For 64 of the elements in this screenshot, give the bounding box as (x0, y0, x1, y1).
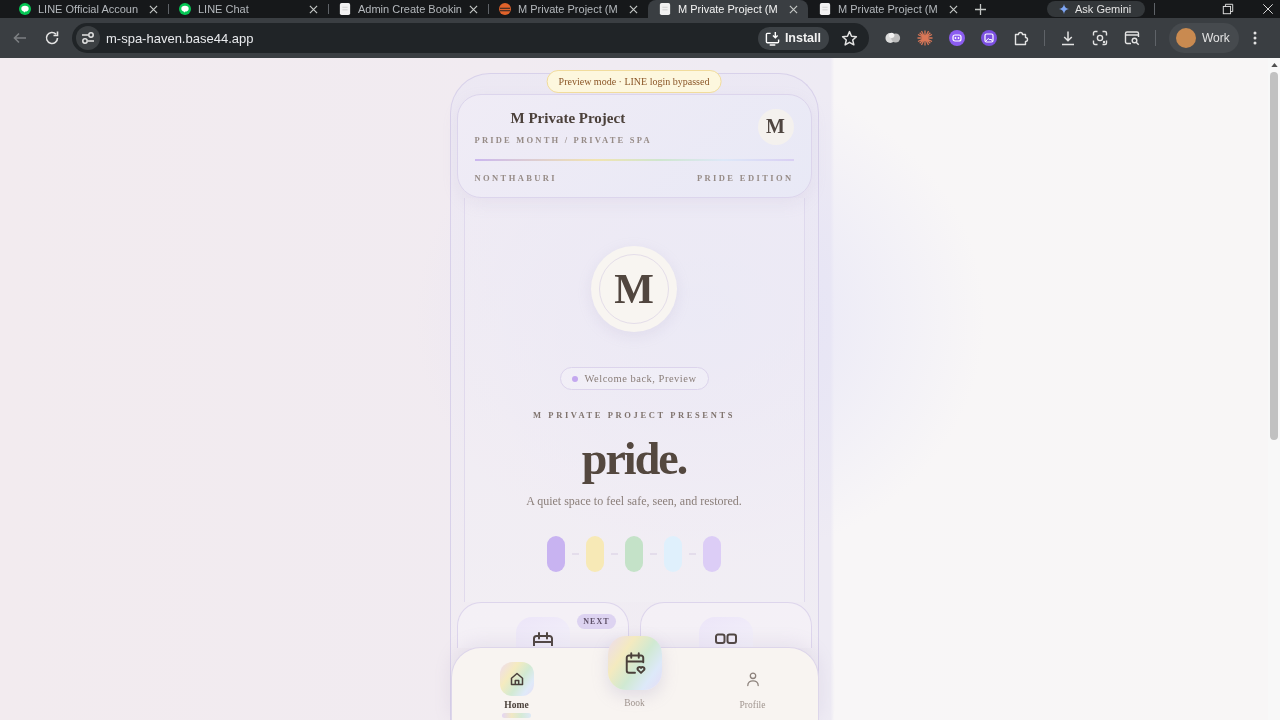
brand-subtitle: PRIDE MONTH / PRIVATE SPA (474, 135, 652, 145)
sparkle-icon (1059, 4, 1069, 14)
brand-title: M Private Project (510, 109, 627, 128)
home-icon (499, 662, 534, 696)
two-squares-icon (698, 617, 753, 648)
robot-badge-icon[interactable] (949, 30, 965, 46)
address-bar[interactable]: m-spa-haven.base44.app Install (72, 23, 869, 53)
headline: pride. (581, 435, 687, 483)
lens-icon[interactable] (1092, 30, 1108, 46)
monitor-download-icon (764, 30, 780, 46)
logo-badge: M (591, 246, 677, 332)
site-settings-icon[interactable] (76, 26, 100, 50)
greeting-text: Welcome back, Preview (584, 373, 697, 384)
browser-tab[interactable]: M Private Project (M (808, 0, 968, 18)
browser-tab[interactable]: M Private Project (M (648, 0, 808, 18)
status-dot-icon (571, 375, 578, 382)
page-icon (819, 3, 831, 15)
restore-icon[interactable] (1222, 3, 1235, 15)
browser-tab[interactable]: LINE Official Accoun (8, 0, 168, 18)
menu-icon[interactable] (1253, 30, 1257, 46)
tagline: A quiet space to feel safe, seen, and restored. (526, 493, 742, 509)
close-icon[interactable] (1262, 3, 1275, 15)
back-icon[interactable] (12, 30, 28, 46)
close-icon[interactable] (789, 4, 798, 14)
chat-bubble-icon (19, 3, 31, 15)
calendar-heart-icon (607, 636, 662, 690)
image-badge-icon[interactable] (981, 30, 997, 46)
close-icon[interactable] (149, 4, 158, 14)
browser-tab[interactable]: M Private Project (M (488, 0, 648, 18)
active-indicator (502, 713, 531, 718)
url-text[interactable]: m-spa-haven.base44.app (106, 30, 758, 46)
person-icon (744, 671, 761, 687)
monogram-badge: M (757, 108, 794, 145)
circles-icon[interactable] (885, 30, 901, 46)
chat-bubble-icon (179, 3, 191, 15)
location-label: NONTHABURI (474, 173, 558, 183)
install-button[interactable]: Install (757, 26, 829, 50)
striped-circle-icon (499, 3, 511, 15)
page-icon (339, 3, 351, 15)
close-icon[interactable] (469, 4, 478, 14)
profile-button[interactable]: Work (1169, 23, 1239, 53)
extensions-icon[interactable] (1013, 30, 1029, 46)
close-icon[interactable] (949, 4, 958, 14)
close-icon[interactable] (629, 4, 638, 14)
close-icon[interactable] (309, 4, 318, 14)
scrollbar-thumb[interactable] (1270, 72, 1278, 440)
nav-tab[interactable]: Home (499, 662, 534, 711)
ask-gemini-button[interactable]: Ask Gemini (1047, 1, 1146, 17)
calendar-icon (515, 617, 570, 648)
browser-tab[interactable]: LINE Chat (168, 0, 328, 18)
star-icon[interactable] (841, 29, 858, 47)
preview-banner: Preview mode · LINE login bypassed (546, 70, 722, 93)
plus-icon[interactable] (975, 3, 986, 15)
edition-label: PRIDE EDITION (696, 173, 794, 183)
avatar-icon (1176, 28, 1196, 48)
starburst-icon[interactable] (917, 30, 933, 46)
eyebrow-text: M PRIVATE PROJECT PRESENTS (533, 410, 735, 420)
window-search-icon[interactable] (1124, 30, 1140, 46)
scroll-up-icon[interactable] (1270, 63, 1278, 67)
browser-tab[interactable]: Admin Create Bookin (328, 0, 488, 18)
next-badge: NEXT (577, 614, 616, 629)
download-icon[interactable] (1060, 30, 1076, 46)
page-icon (659, 3, 671, 15)
reload-icon[interactable] (44, 30, 60, 46)
